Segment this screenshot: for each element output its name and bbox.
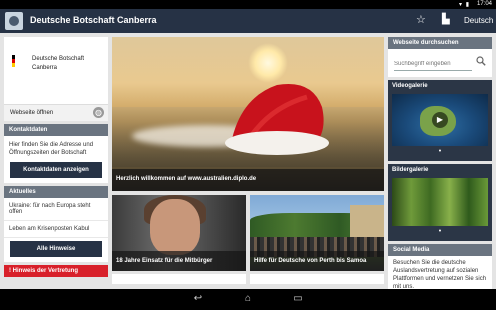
news-tile[interactable]: Hilfe für Deutsche von Perth bis Samoa [250,195,384,271]
news-section: Aktuelles Ukraine: für nach Europa steht… [4,186,108,262]
app-bar: Deutsche Botschaft Canberra ☆ ▙ Deutsch [0,9,496,33]
system-nav-bar: ↩ ⌂ ▭ [0,289,496,310]
portrait-face [150,199,200,255]
pager-dot-icon: • [438,228,442,235]
search-icon[interactable] [476,56,486,66]
news-item[interactable]: Leben am Krisenposten Kabul [4,221,108,238]
contact-section: Kontaktdaten Hier finden Sie die Adresse… [4,124,108,183]
video-thumbnail[interactable]: ▶ [392,94,488,146]
notice-heading[interactable]: ! Hinweis der Vertretung [4,265,108,277]
show-contact-button[interactable]: Kontaktdaten anzeigen [10,162,102,178]
image-thumbnail[interactable] [392,178,488,226]
image-gallery[interactable]: Bildergalerie • [388,164,492,241]
social-heading: Social Media [388,244,492,256]
social-section: Social Media Besuchen Sie die deutsche A… [388,244,492,289]
social-text: Besuchen Sie die deutsche Auslandsvertre… [388,256,492,289]
tile-building [350,205,384,241]
next-tile-edge [112,274,246,284]
app-logo[interactable] [5,12,23,30]
pager-dot-icon: • [438,148,442,155]
search-input[interactable] [394,57,472,71]
globe-icon: ◍ [93,107,104,118]
status-time: 17:04 [476,1,492,7]
home-icon[interactable]: ⌂ [241,293,255,305]
back-icon[interactable]: ↩ [191,293,205,305]
status-icons: ▾ ▮ [459,2,470,8]
tile-caption: Hilfe für Deutsche von Perth bis Samoa [250,251,384,271]
hero-banner[interactable]: Herzlich willkommen auf www.australien.d… [112,37,384,191]
language-selector[interactable]: Deutsch [464,16,493,25]
right-column: Webseite durchsuchen Videogalerie ▶ • Bi… [388,37,492,289]
status-bar: ▾ ▮ 17:04 [0,0,496,9]
next-tile-edge [250,274,384,284]
favorite-star-icon[interactable]: ☆ [416,13,426,26]
news-heading: Aktuelles [4,186,108,198]
embassy-name: Deutsche Botschaft Canberra [32,56,85,71]
play-icon[interactable]: ▶ [432,112,448,128]
recent-apps-icon[interactable]: ▭ [291,293,305,305]
image-gallery-title: Bildergalerie [392,167,429,173]
open-website-label: Webseite öffnen [10,110,54,116]
search-section: Webseite durchsuchen [388,37,492,77]
open-website-row[interactable]: Webseite öffnen ◍ [4,105,108,121]
map-icon[interactable]: ▙ [442,14,450,25]
main-content: Deutsche Botschaft Canberra Webseite öff… [0,33,496,289]
left-column: Deutsche Botschaft Canberra Webseite öff… [4,37,108,277]
tile-caption: 18 Jahre Einsatz für die Mitbürger [112,251,246,271]
search-heading: Webseite durchsuchen [388,37,492,49]
hero-caption: Herzlich willkommen auf www.australien.d… [112,169,384,191]
all-notices-button[interactable]: Alle Hinweise [10,241,102,257]
embassy-card: Deutsche Botschaft Canberra Webseite öff… [4,37,108,121]
video-gallery[interactable]: Videogalerie ▶ • [388,80,492,161]
app-title: Deutsche Botschaft Canberra [30,15,157,25]
news-item[interactable]: Ukraine: für nach Europa steht offen [4,198,108,221]
video-gallery-title: Videogalerie [392,83,428,89]
news-tile[interactable]: 18 Jahre Einsatz für die Mitbürger [112,195,246,271]
german-flag-icon [12,55,15,67]
santa-hat-image [225,83,329,155]
contact-heading: Kontaktdaten [4,124,108,136]
contact-text: Hier finden Sie die Adresse und Öffnungs… [9,142,94,156]
